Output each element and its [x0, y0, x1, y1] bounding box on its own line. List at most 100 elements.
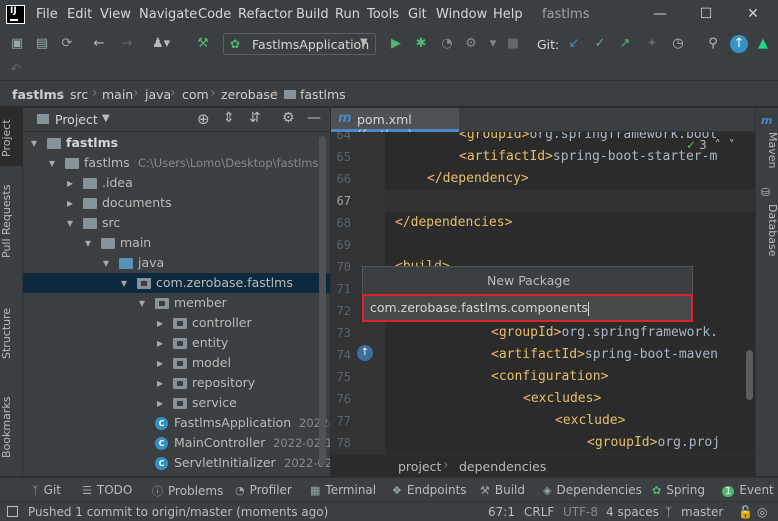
- history-icon[interactable]: ◷: [669, 35, 687, 53]
- menu-run[interactable]: Run: [335, 7, 360, 22]
- tree-item[interactable]: CFastlmsApplication2022-0: [23, 413, 330, 433]
- hide-panel-icon[interactable]: —: [307, 110, 321, 126]
- tool-terminal[interactable]: ▦ Terminal: [310, 483, 376, 497]
- update-project-icon[interactable]: ↙: [565, 35, 583, 53]
- scrollbar[interactable]: [319, 136, 326, 466]
- stop-icon[interactable]: ■: [504, 35, 522, 53]
- save-icon[interactable]: ▤: [33, 35, 51, 53]
- menu-file[interactable]: File: [36, 7, 58, 22]
- coverage-icon[interactable]: ◔: [438, 35, 456, 53]
- close-icon[interactable]: ✕: [743, 4, 763, 24]
- rollback-icon[interactable]: ✦: [643, 35, 661, 53]
- tree-item[interactable]: ▸ documents: [23, 193, 330, 213]
- tool-profiler[interactable]: ◔ Profiler: [235, 483, 292, 497]
- commit-icon[interactable]: ✓: [591, 35, 609, 53]
- chevron-right-icon[interactable]: ▸: [157, 373, 163, 393]
- package-name-input[interactable]: com.zerobase.fastlms.components: [362, 294, 693, 322]
- tree-item[interactable]: ▸ controller: [23, 313, 330, 333]
- sync-icon[interactable]: ⟳: [58, 35, 76, 53]
- indent-setting[interactable]: 4 spaces: [606, 505, 659, 519]
- menu-code[interactable]: Code: [198, 7, 231, 22]
- breadcrumb-item[interactable]: com: [182, 87, 209, 102]
- chevron-down-icon[interactable]: ▾: [139, 293, 145, 313]
- forward-icon[interactable]: →: [118, 35, 136, 53]
- editor-tab-pom[interactable]: m pom.xml (fastlms): [331, 108, 459, 142]
- undo-icon[interactable]: ↶: [7, 61, 25, 79]
- menu-git[interactable]: Git: [408, 7, 427, 22]
- tree-item[interactable]: ▸ .idea: [23, 173, 330, 193]
- tool-event-log[interactable]: 1Event L: [722, 483, 778, 497]
- user-icon[interactable]: ♟▾: [152, 35, 170, 53]
- breadcrumb-item[interactable]: fastlms: [12, 87, 64, 102]
- locate-icon[interactable]: ⊕: [197, 110, 210, 128]
- run-configuration-select[interactable]: ✿ FastlmsApplication ▼: [223, 33, 376, 55]
- tool-tab-database[interactable]: Database: [756, 202, 778, 258]
- chevron-down-icon[interactable]: ▾: [121, 273, 127, 293]
- minimize-icon[interactable]: —: [650, 4, 670, 24]
- inspection-widget[interactable]: ✓ 3 ˄ ˅: [686, 138, 735, 152]
- tree-item[interactable]: C MainController 2022-02-1: [23, 433, 330, 453]
- tree-item[interactable]: ▾ com.zerobase.fastlms: [23, 273, 330, 293]
- profile-icon[interactable]: ⚙: [462, 35, 480, 53]
- chevron-right-icon[interactable]: ▸: [67, 173, 73, 193]
- tree-item[interactable]: ▸ model: [23, 353, 330, 373]
- file-encoding[interactable]: UTF-8: [563, 505, 598, 519]
- panel-toggle-icon[interactable]: [7, 506, 18, 517]
- search-icon[interactable]: ⚲: [704, 35, 722, 53]
- tree-item[interactable]: ▸ repository: [23, 373, 330, 393]
- more-run-icon[interactable]: ▾: [484, 35, 502, 53]
- chevron-down-icon[interactable]: ▾: [103, 253, 109, 273]
- chevron-right-icon[interactable]: ▸: [157, 393, 163, 413]
- tool-spring[interactable]: ✿ Spring: [652, 483, 705, 497]
- status-message[interactable]: Pushed 1 commit to origin/master (moment…: [28, 505, 328, 519]
- menu-view[interactable]: View: [100, 7, 131, 22]
- scrollbar[interactable]: [746, 350, 753, 400]
- chevron-down-icon[interactable]: ▾: [67, 213, 73, 233]
- run-gutter-icon[interactable]: ↑: [357, 345, 373, 361]
- open-folder-icon[interactable]: ▣: [8, 35, 26, 53]
- chevron-right-icon[interactable]: ▸: [157, 333, 163, 353]
- breadcrumb-item[interactable]: zerobase: [221, 87, 278, 102]
- tree-item[interactable]: ▸ entity: [23, 333, 330, 353]
- tool-tab-pull-requests[interactable]: Pull Requests: [0, 180, 23, 262]
- tool-todo[interactable]: ☰ TODO: [82, 483, 132, 497]
- breadcrumb-item[interactable]: main: [102, 87, 133, 102]
- tree-item[interactable]: ▾ fastlms C:\Users\Lomo\Desktop\fastlms: [23, 153, 330, 173]
- menu-refactor[interactable]: Refactor: [238, 7, 293, 22]
- git-branch[interactable]: master: [681, 505, 723, 519]
- chevron-right-icon[interactable]: ▸: [157, 353, 163, 373]
- tool-endpoints[interactable]: ❖ Endpoints: [392, 483, 467, 497]
- tree-item[interactable]: CServletInitializer2022-02-1: [23, 453, 330, 473]
- tree-item[interactable]: ▾ java: [23, 253, 330, 273]
- breadcrumb-item[interactable]: src: [70, 87, 88, 102]
- chevron-down-icon[interactable]: ▼: [102, 113, 110, 124]
- lock-icon[interactable]: 🔓: [738, 505, 753, 519]
- build-hammer-icon[interactable]: ⚒: [194, 35, 212, 53]
- menu-build[interactable]: Build: [296, 7, 329, 22]
- menu-edit[interactable]: Edit: [67, 7, 92, 22]
- jetbrains-toolbox-icon[interactable]: ▲: [754, 35, 772, 53]
- expand-all-icon[interactable]: ⇕: [223, 110, 235, 126]
- menu-window[interactable]: Window: [436, 7, 487, 22]
- tool-tab-project[interactable]: Project: [0, 116, 23, 160]
- maximize-icon[interactable]: ☐: [696, 4, 716, 24]
- chevron-down-icon[interactable]: ▾: [85, 233, 91, 253]
- tool-dependencies[interactable]: ◈ Dependencies: [543, 483, 642, 497]
- project-view-title[interactable]: Project: [55, 112, 98, 127]
- tree-item[interactable]: ▾ main: [23, 233, 330, 253]
- gear-icon[interactable]: ⚙: [282, 110, 295, 126]
- chevron-down-icon[interactable]: ▾: [49, 153, 55, 173]
- tree-item[interactable]: ▸ service: [23, 393, 330, 413]
- tool-build[interactable]: ⚒ Build: [480, 483, 525, 497]
- back-icon[interactable]: ←: [90, 35, 108, 53]
- tool-problems[interactable]: ⓘ Problems: [152, 483, 223, 499]
- push-icon[interactable]: ↗: [616, 35, 634, 53]
- update-icon[interactable]: ↑: [730, 35, 748, 53]
- menu-help[interactable]: Help: [493, 7, 523, 22]
- caret-position[interactable]: 67:1: [488, 505, 515, 519]
- tool-tab-structure[interactable]: Structure: [0, 303, 23, 363]
- tree-item[interactable]: ▾ fastlms: [23, 133, 330, 153]
- run-icon[interactable]: ▶: [387, 35, 405, 53]
- debug-icon[interactable]: ✱: [412, 35, 430, 53]
- menu-navigate[interactable]: Navigate: [139, 7, 197, 22]
